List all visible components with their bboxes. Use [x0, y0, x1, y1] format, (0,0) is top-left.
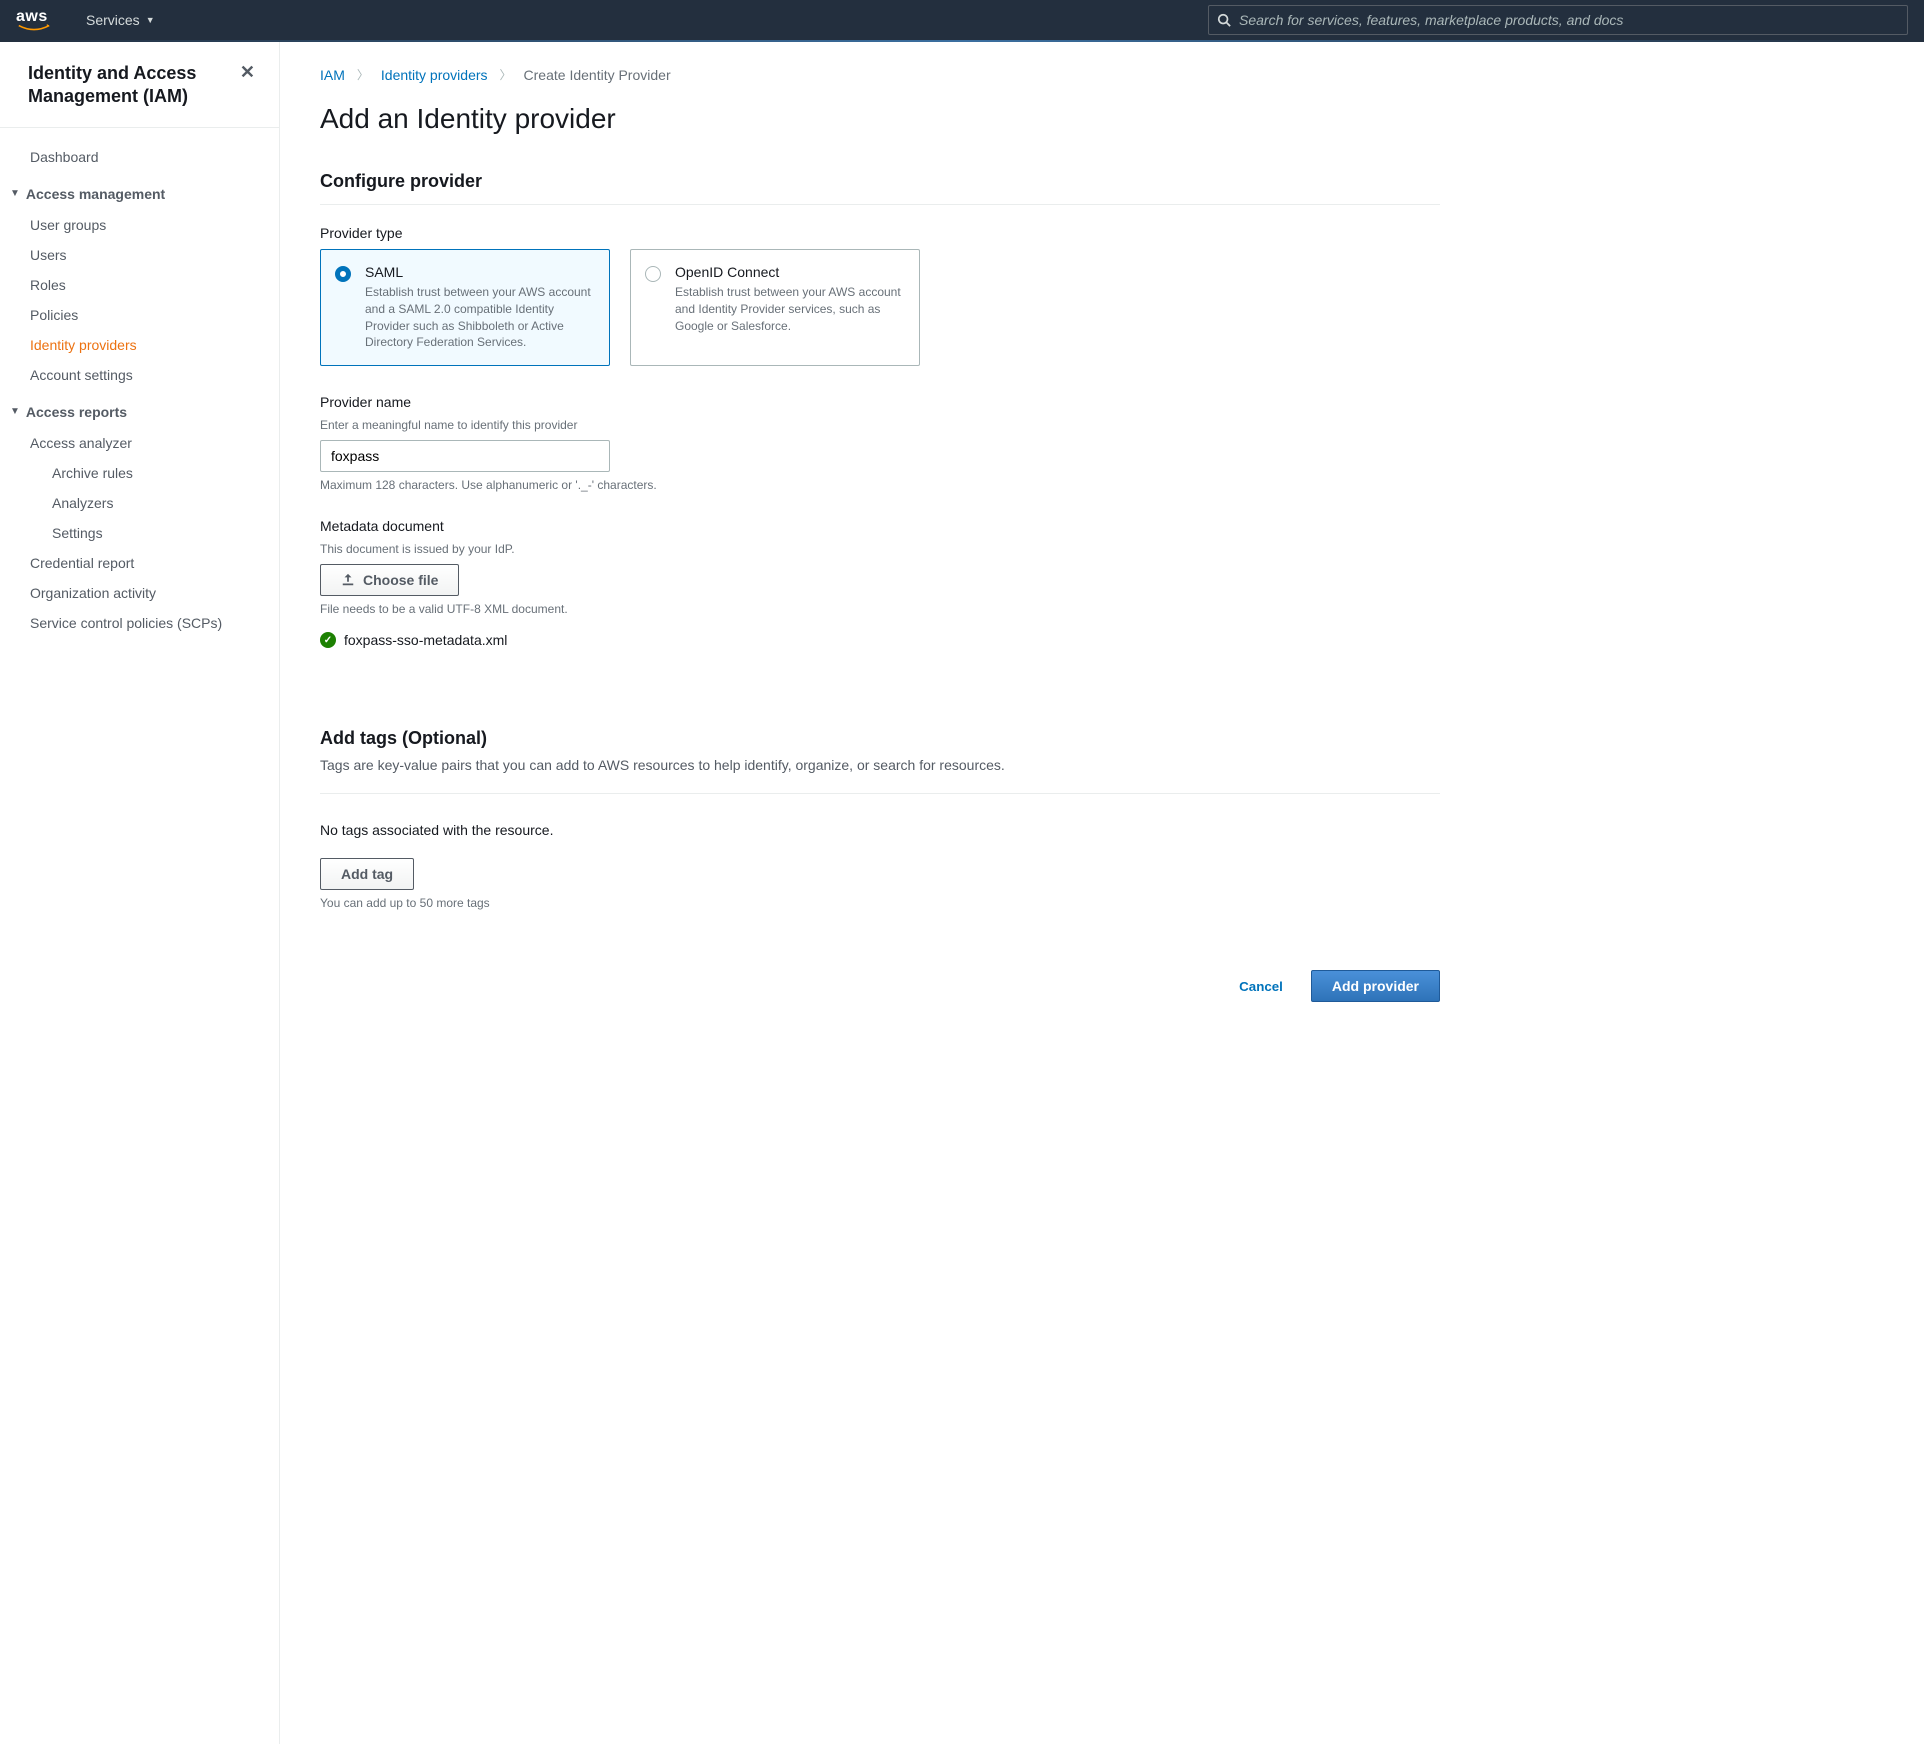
tile-saml-title: SAML	[365, 264, 593, 280]
choose-file-button[interactable]: Choose file	[320, 564, 459, 596]
add-tag-button[interactable]: Add tag	[320, 858, 414, 890]
provider-type-label: Provider type	[320, 225, 1440, 241]
aws-logo[interactable]: aws	[16, 8, 52, 32]
radio-icon	[335, 266, 351, 282]
tile-saml-desc: Establish trust between your AWS account…	[365, 284, 593, 351]
cancel-button[interactable]: Cancel	[1219, 970, 1303, 1002]
sidebar-header: Identity and Access Management (IAM) ✕	[0, 62, 279, 128]
sidebar-group-label: Access management	[26, 186, 165, 202]
sidebar-title: Identity and Access Management (IAM)	[28, 62, 240, 109]
sidebar-item-roles[interactable]: Roles	[0, 270, 279, 300]
breadcrumb-iam[interactable]: IAM	[320, 67, 345, 83]
upload-icon	[341, 573, 355, 587]
tile-oidc-title: OpenID Connect	[675, 264, 903, 280]
tags-none-text: No tags associated with the resource.	[320, 822, 1440, 838]
sidebar-item-policies[interactable]: Policies	[0, 300, 279, 330]
sidebar-item-archive-rules[interactable]: Archive rules	[0, 458, 279, 488]
sidebar-item-scps[interactable]: Service control policies (SCPs)	[0, 608, 279, 638]
tags-desc: Tags are key-value pairs that you can ad…	[320, 757, 1440, 773]
services-label: Services	[86, 12, 140, 28]
sidebar-item-credential-report[interactable]: Credential report	[0, 548, 279, 578]
sidebar-item-account-settings[interactable]: Account settings	[0, 360, 279, 390]
search-container[interactable]	[1208, 5, 1908, 35]
tile-saml[interactable]: SAML Establish trust between your AWS ac…	[320, 249, 610, 366]
breadcrumb-current: Create Identity Provider	[524, 67, 671, 83]
radio-icon	[645, 266, 661, 282]
tile-oidc-desc: Establish trust between your AWS account…	[675, 284, 903, 334]
cancel-label: Cancel	[1239, 979, 1283, 994]
provider-name-hint: Enter a meaningful name to identify this…	[320, 418, 1440, 432]
caret-down-icon: ▼	[10, 188, 20, 199]
sidebar-group-label: Access reports	[26, 404, 127, 420]
tags-limit: You can add up to 50 more tags	[320, 896, 1440, 910]
section-configure-provider: Configure provider	[320, 171, 1440, 205]
sidebar-item-access-analyzer[interactable]: Access analyzer	[0, 428, 279, 458]
breadcrumb: IAM 〉 Identity providers 〉 Create Identi…	[320, 66, 1440, 83]
provider-name-constraint: Maximum 128 characters. Use alphanumeric…	[320, 478, 1440, 492]
metadata-hint: This document is issued by your IdP.	[320, 542, 1440, 556]
search-icon	[1217, 13, 1231, 27]
uploaded-file-row: ✓ foxpass-sso-metadata.xml	[320, 632, 1440, 648]
sidebar-group-access-management[interactable]: ▼ Access management	[0, 172, 279, 210]
metadata-constraint: File needs to be a valid UTF-8 XML docum…	[320, 602, 1440, 616]
sidebar-item-settings[interactable]: Settings	[0, 518, 279, 548]
breadcrumb-identity-providers[interactable]: Identity providers	[381, 67, 488, 83]
uploaded-file-name: foxpass-sso-metadata.xml	[344, 632, 507, 648]
caret-down-icon: ▼	[10, 406, 20, 417]
aws-logo-text: aws	[16, 8, 52, 26]
sidebar-item-user-groups[interactable]: User groups	[0, 210, 279, 240]
sidebar-item-users[interactable]: Users	[0, 240, 279, 270]
footer-actions: Cancel Add provider	[320, 970, 1440, 1002]
sidebar-item-identity-providers[interactable]: Identity providers	[0, 330, 279, 360]
add-provider-button[interactable]: Add provider	[1311, 970, 1440, 1002]
sidebar-item-organization-activity[interactable]: Organization activity	[0, 578, 279, 608]
page-title: Add an Identity provider	[320, 103, 1440, 135]
chevron-right-icon: 〉	[357, 66, 369, 83]
close-icon[interactable]: ✕	[240, 62, 255, 83]
check-circle-icon: ✓	[320, 632, 336, 648]
add-provider-label: Add provider	[1332, 978, 1419, 994]
tile-openid-connect[interactable]: OpenID Connect Establish trust between y…	[630, 249, 920, 366]
search-input[interactable]	[1239, 12, 1899, 28]
section-add-tags: Add tags (Optional)	[320, 728, 1440, 753]
chevron-down-icon: ▼	[146, 15, 155, 25]
sidebar: Identity and Access Management (IAM) ✕ D…	[0, 42, 280, 1744]
provider-type-tiles: SAML Establish trust between your AWS ac…	[320, 249, 1440, 366]
provider-name-input[interactable]	[320, 440, 610, 472]
provider-name-label: Provider name	[320, 394, 1440, 410]
sidebar-item-dashboard[interactable]: Dashboard	[0, 142, 279, 172]
main-content: IAM 〉 Identity providers 〉 Create Identi…	[280, 42, 1480, 1744]
metadata-label: Metadata document	[320, 518, 1440, 534]
sidebar-group-access-reports[interactable]: ▼ Access reports	[0, 390, 279, 428]
sidebar-item-analyzers[interactable]: Analyzers	[0, 488, 279, 518]
add-tag-label: Add tag	[341, 866, 393, 882]
top-nav: aws Services ▼	[0, 0, 1924, 40]
choose-file-label: Choose file	[363, 572, 438, 588]
chevron-right-icon: 〉	[500, 66, 512, 83]
services-menu[interactable]: Services ▼	[76, 6, 165, 34]
